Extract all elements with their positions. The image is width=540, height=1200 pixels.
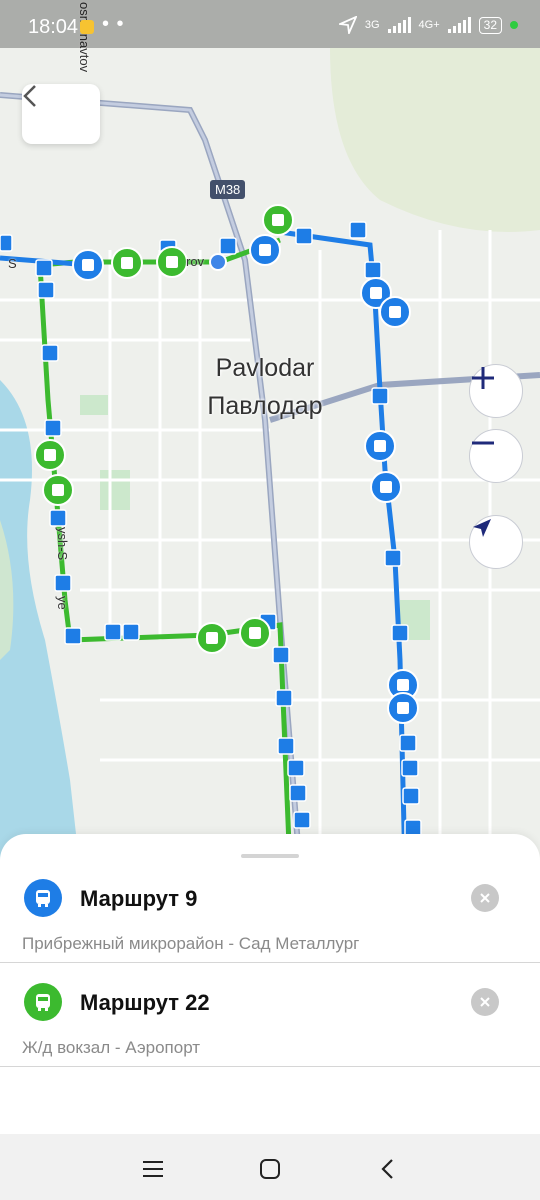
- menu-icon: [143, 1161, 163, 1177]
- map-view[interactable]: M38 osmonavtov S rov ysh-S ye Pavlodar П…: [0, 0, 540, 870]
- remove-route-button[interactable]: [471, 884, 499, 912]
- status-dots: • •: [102, 13, 125, 35]
- divider: [0, 1066, 540, 1067]
- routes-sheet[interactable]: Маршрут 9 Прибрежный микрорайон - Сад Ме…: [0, 834, 540, 1134]
- zoom-in-button[interactable]: [469, 364, 523, 418]
- signal-icon: [387, 17, 411, 33]
- route-item-9[interactable]: Маршрут 9 Прибрежный микрорайон - Сад Ме…: [0, 874, 540, 962]
- highway-label: M38: [210, 180, 246, 199]
- signal-icon-2: [447, 17, 471, 33]
- bus-icon: [24, 879, 62, 917]
- system-nav-bar: [0, 1134, 540, 1200]
- network-label-2: 4G+: [418, 19, 440, 31]
- route-title: Маршрут 22: [80, 990, 210, 1015]
- menu-button[interactable]: [138, 1154, 168, 1184]
- route-subtitle: Прибрежный микрорайон - Сад Металлург: [22, 934, 360, 953]
- street-label-left-2: ye: [55, 596, 70, 610]
- bus-icon: [24, 983, 62, 1021]
- street-label-left: ysh-S: [55, 527, 70, 561]
- divider: [0, 962, 540, 963]
- my-location-button[interactable]: [469, 515, 523, 569]
- street-label-row: S: [8, 256, 17, 271]
- location-arrow-icon: [473, 519, 491, 537]
- home-button[interactable]: [255, 1154, 285, 1184]
- sheet-handle[interactable]: [241, 854, 299, 858]
- privacy-dot-icon: [510, 21, 518, 29]
- remove-route-button[interactable]: [471, 988, 499, 1016]
- route-title: Маршрут 9: [80, 886, 198, 911]
- zoom-in-icon: [472, 367, 494, 389]
- back-icon: [23, 85, 36, 107]
- nav-back-button[interactable]: [372, 1154, 402, 1184]
- notification-icon: [80, 20, 94, 34]
- home-icon: [260, 1159, 280, 1179]
- back-button[interactable]: [22, 84, 100, 144]
- city-name-cyrillic: Павлодар: [207, 392, 323, 420]
- status-bar: 18:04 • • 3G 4G+ 32: [0, 0, 540, 48]
- close-icon: [480, 997, 490, 1007]
- street-label-row-2: rov: [186, 254, 205, 269]
- status-time: 18:04: [28, 16, 79, 38]
- close-icon: [480, 893, 490, 903]
- route-subtitle: Ж/д вокзал - Аэропорт: [22, 1038, 201, 1057]
- zoom-out-icon: [472, 441, 494, 445]
- battery-icon: 32: [478, 16, 502, 34]
- zoom-out-button[interactable]: [469, 429, 523, 483]
- route-item-22[interactable]: Маршрут 22 Ж/д вокзал - Аэропорт: [0, 978, 540, 1066]
- network-label-1: 3G: [364, 19, 380, 31]
- city-name-latin: Pavlodar: [215, 354, 315, 382]
- nav-back-icon: [381, 1159, 393, 1179]
- location-icon: [338, 16, 357, 34]
